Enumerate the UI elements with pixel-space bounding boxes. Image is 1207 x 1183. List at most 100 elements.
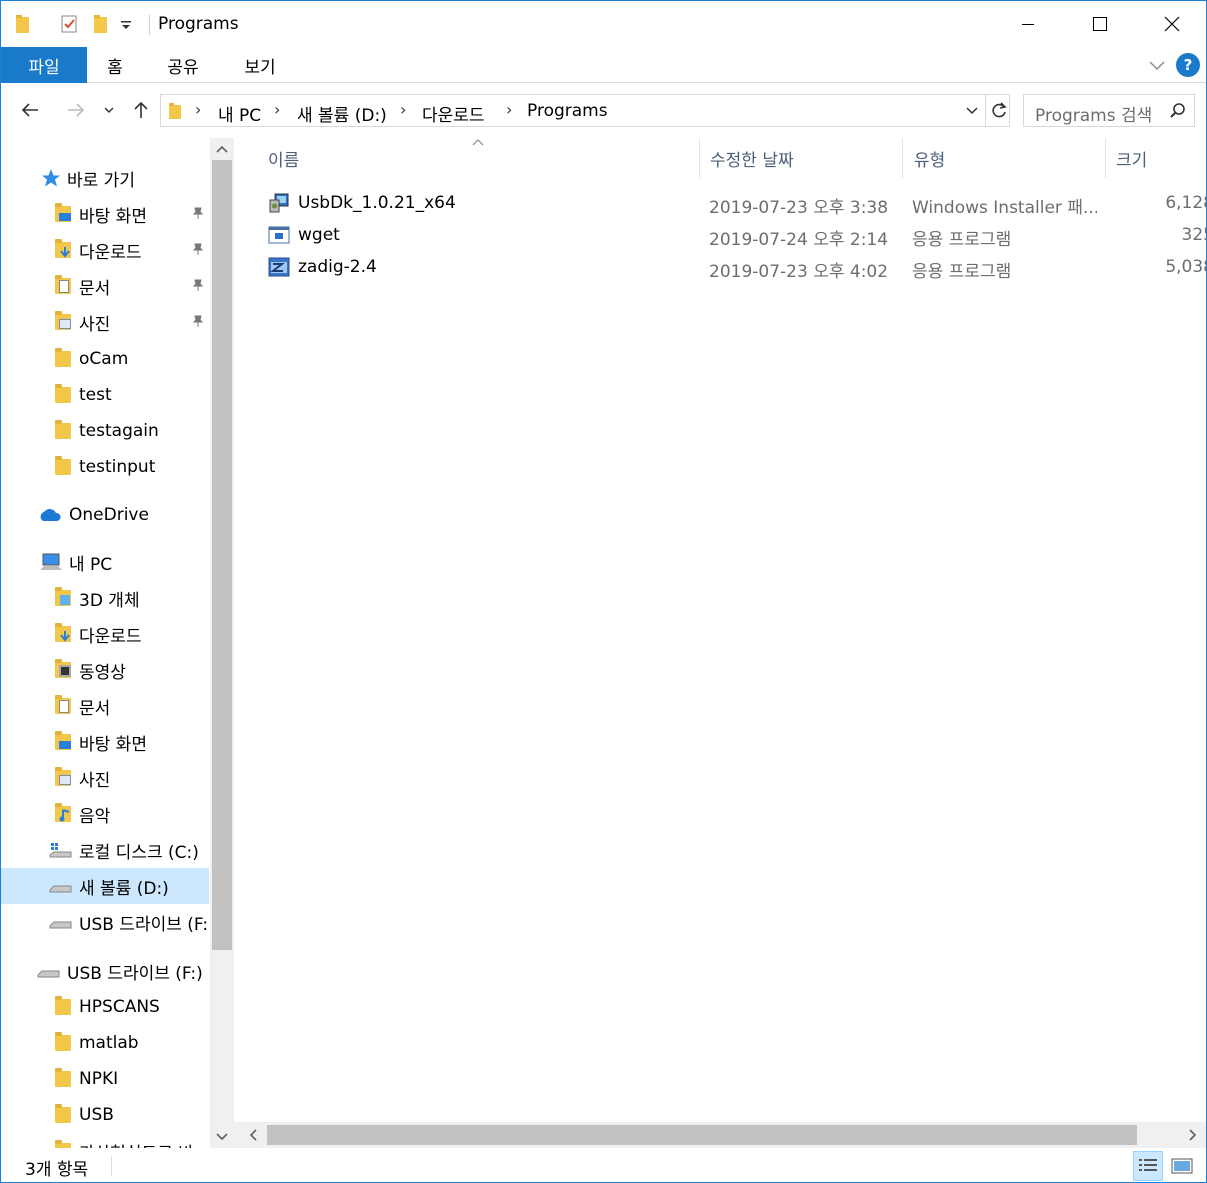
nav-item-test[interactable]: test bbox=[1, 377, 209, 413]
nav-label: 문서 bbox=[79, 698, 111, 719]
close-button[interactable] bbox=[1136, 1, 1206, 47]
usb-drive-icon bbox=[37, 970, 60, 978]
nav-item-ocam[interactable]: oCam bbox=[1, 341, 209, 377]
folder-icon bbox=[53, 1068, 73, 1089]
maximize-button[interactable] bbox=[1064, 1, 1136, 47]
nav-item-3d-objects[interactable]: 3D 개체 bbox=[1, 580, 209, 616]
file-modified: 2019-07-23 오후 4:02 bbox=[709, 262, 889, 282]
close-icon bbox=[1164, 16, 1180, 32]
breadcrumb-separator[interactable]: › bbox=[400, 100, 406, 119]
breadcrumb-programs[interactable]: Programs bbox=[527, 101, 608, 121]
nav-item-testinput[interactable]: testinput bbox=[1, 449, 209, 485]
column-separator[interactable] bbox=[1105, 138, 1106, 178]
address-row: › 내 PC › 새 볼륨 (D:) › 다운로드 › Programs Pro… bbox=[1, 84, 1206, 138]
breadcrumb-separator[interactable]: › bbox=[274, 100, 280, 119]
pin-icon[interactable] bbox=[191, 242, 205, 260]
column-header-modified[interactable]: 수정한 날짜 bbox=[710, 138, 900, 178]
nav-label: test bbox=[79, 385, 112, 405]
scroll-up-arrow-icon[interactable] bbox=[210, 138, 234, 160]
folder-icon bbox=[53, 348, 73, 369]
nav-item-documents[interactable]: 문서 bbox=[1, 268, 209, 304]
pin-icon[interactable] bbox=[191, 206, 205, 224]
breadcrumb-volume-d[interactable]: 새 볼륨 (D:) bbox=[297, 101, 387, 126]
search-input[interactable]: Programs 검색 bbox=[1023, 94, 1195, 127]
address-dropdown-icon[interactable] bbox=[965, 105, 979, 117]
column-separator[interactable] bbox=[699, 138, 700, 178]
search-icon[interactable] bbox=[1169, 102, 1187, 120]
status-bar: 3개 항목 bbox=[1, 1148, 1206, 1182]
nav-onedrive[interactable]: OneDrive bbox=[1, 497, 209, 533]
nav-label: 사진 bbox=[79, 314, 111, 335]
nav-item-testagain[interactable]: testagain bbox=[1, 413, 209, 449]
horizontal-scrollbar[interactable] bbox=[234, 1122, 1206, 1148]
nav-item-matlab[interactable]: matlab bbox=[1, 1025, 209, 1061]
new-folder-icon[interactable] bbox=[91, 13, 111, 35]
nav-quick-access[interactable]: 바로 가기 bbox=[1, 160, 209, 196]
tab-view[interactable]: 보기 bbox=[227, 47, 293, 83]
application-icon bbox=[268, 226, 290, 244]
breadcrumb-downloads[interactable]: 다운로드 bbox=[422, 101, 485, 126]
nav-this-pc[interactable]: 내 PC bbox=[1, 544, 209, 580]
file-type: 응용 프로그램 bbox=[912, 230, 1012, 250]
nav-scrollbar[interactable] bbox=[210, 138, 234, 1148]
back-button[interactable] bbox=[15, 95, 45, 125]
column-header-type[interactable]: 유형 bbox=[914, 138, 1104, 178]
nav-label: USB 드라이브 (F:) bbox=[79, 914, 209, 935]
help-icon[interactable]: ? bbox=[1176, 53, 1200, 77]
nav-item-music[interactable]: 음악 bbox=[1, 796, 209, 832]
horizontal-scroll-thumb[interactable] bbox=[267, 1125, 1137, 1145]
nav-label: 문서 bbox=[79, 278, 111, 299]
nav-item-downloads[interactable]: 다운로드 bbox=[1, 232, 209, 268]
pin-icon[interactable] bbox=[191, 314, 205, 332]
nav-item-documents-pc[interactable]: 문서 bbox=[1, 688, 209, 724]
scroll-down-arrow-icon[interactable] bbox=[210, 1126, 234, 1148]
file-row[interactable]: wget 2019-07-24 오후 2:14 응용 프로그램 325 bbox=[264, 220, 1206, 252]
expand-ribbon-icon[interactable] bbox=[1148, 57, 1166, 73]
documents-folder-icon bbox=[53, 275, 73, 296]
nav-item-local-disk-c[interactable]: 로컬 디스크 (C:) bbox=[1, 832, 209, 868]
column-header-name[interactable]: 이름 bbox=[268, 138, 698, 178]
nav-item-usb-drive-pc[interactable]: USB 드라이브 (F:) bbox=[1, 904, 209, 940]
nav-item-hpscans[interactable]: HPSCANS bbox=[1, 989, 209, 1025]
nav-label: 새 볼륨 (D:) bbox=[79, 878, 169, 899]
folder-icon bbox=[169, 103, 181, 119]
nav-item-downloads-pc[interactable]: 다운로드 bbox=[1, 616, 209, 652]
nav-item-npki[interactable]: NPKI bbox=[1, 1061, 209, 1097]
properties-icon[interactable] bbox=[59, 13, 79, 35]
file-row[interactable]: zadig-2.4 2019-07-23 오후 4:02 응용 프로그램 5,0… bbox=[264, 252, 1206, 284]
forward-button[interactable] bbox=[61, 95, 91, 125]
nav-scroll-thumb[interactable] bbox=[212, 160, 232, 950]
recent-locations-button[interactable] bbox=[97, 95, 121, 125]
pin-icon[interactable] bbox=[191, 278, 205, 296]
tab-file[interactable]: 파일 bbox=[1, 47, 87, 83]
tab-share[interactable]: 공유 bbox=[149, 47, 217, 83]
minimize-button[interactable] bbox=[992, 1, 1064, 47]
nav-item-usb[interactable]: USB bbox=[1, 1097, 209, 1133]
nav-item-desktop-pc[interactable]: 바탕 화면 bbox=[1, 724, 209, 760]
nav-usb-drive[interactable]: USB 드라이브 (F:) bbox=[1, 953, 209, 989]
back-arrow-icon bbox=[21, 103, 38, 117]
column-header-size[interactable]: 크기 bbox=[1116, 138, 1206, 178]
nav-item-partial[interactable]: 가상현실트로 바 bbox=[1, 1133, 209, 1148]
nav-item-pictures-pc[interactable]: 사진 bbox=[1, 760, 209, 796]
large-icons-view-button[interactable] bbox=[1167, 1151, 1197, 1181]
breadcrumb-this-pc[interactable]: 내 PC bbox=[218, 101, 261, 126]
file-row[interactable]: UsbDk_1.0.21_x64 2019-07-23 오후 3:38 Wind… bbox=[264, 188, 1206, 220]
scroll-left-arrow-icon[interactable] bbox=[240, 1122, 266, 1148]
nav-item-desktop[interactable]: 바탕 화면 bbox=[1, 196, 209, 232]
nav-item-volume-d[interactable]: 새 볼륨 (D:) bbox=[1, 868, 209, 904]
breadcrumb-separator[interactable]: › bbox=[506, 100, 512, 119]
customize-toolbar-icon[interactable] bbox=[119, 13, 133, 35]
pictures-folder-icon bbox=[53, 767, 73, 788]
tab-home[interactable]: 홈 bbox=[87, 47, 143, 83]
file-modified: 2019-07-24 오후 2:14 bbox=[709, 230, 889, 250]
nav-item-pictures[interactable]: 사진 bbox=[1, 304, 209, 340]
refresh-icon[interactable] bbox=[989, 101, 1009, 121]
nav-item-videos[interactable]: 동영상 bbox=[1, 652, 209, 688]
address-bar[interactable]: › 내 PC › 새 볼륨 (D:) › 다운로드 › Programs bbox=[160, 94, 1010, 127]
scroll-right-arrow-icon[interactable] bbox=[1180, 1122, 1206, 1148]
column-separator[interactable] bbox=[902, 138, 903, 178]
up-button[interactable] bbox=[126, 95, 156, 125]
breadcrumb-separator[interactable]: › bbox=[195, 100, 201, 119]
details-view-button[interactable] bbox=[1133, 1151, 1163, 1181]
